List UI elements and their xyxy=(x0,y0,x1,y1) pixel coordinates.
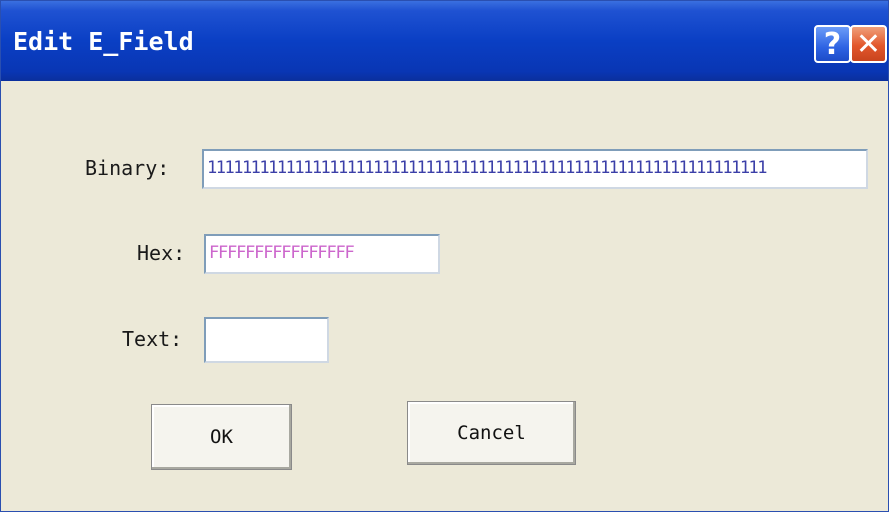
hex-label: Hex: xyxy=(137,241,186,265)
title-bar[interactable]: Edit E_Field ? ✕ xyxy=(1,1,888,81)
ok-button-label: OK xyxy=(210,426,233,448)
close-icon: ✕ xyxy=(855,26,882,62)
ok-button[interactable]: OK xyxy=(151,404,292,470)
hex-input[interactable]: FFFFFFFFFFFFFFFF xyxy=(204,234,440,274)
edit-e-field-dialog: Edit E_Field ? ✕ Binary: 111111111111111… xyxy=(0,0,889,512)
question-mark-icon: ? xyxy=(823,26,842,62)
binary-label: Binary: xyxy=(85,156,170,180)
help-button[interactable]: ? xyxy=(814,25,851,63)
text-label: Text: xyxy=(122,327,183,351)
window-title: Edit E_Field xyxy=(13,27,194,56)
text-input[interactable] xyxy=(204,317,329,363)
close-button[interactable]: ✕ xyxy=(850,25,887,63)
binary-input[interactable]: 1111111111111111111111111111111111111111… xyxy=(202,149,868,189)
cancel-button-label: Cancel xyxy=(457,422,526,444)
cancel-button[interactable]: Cancel xyxy=(407,401,576,465)
